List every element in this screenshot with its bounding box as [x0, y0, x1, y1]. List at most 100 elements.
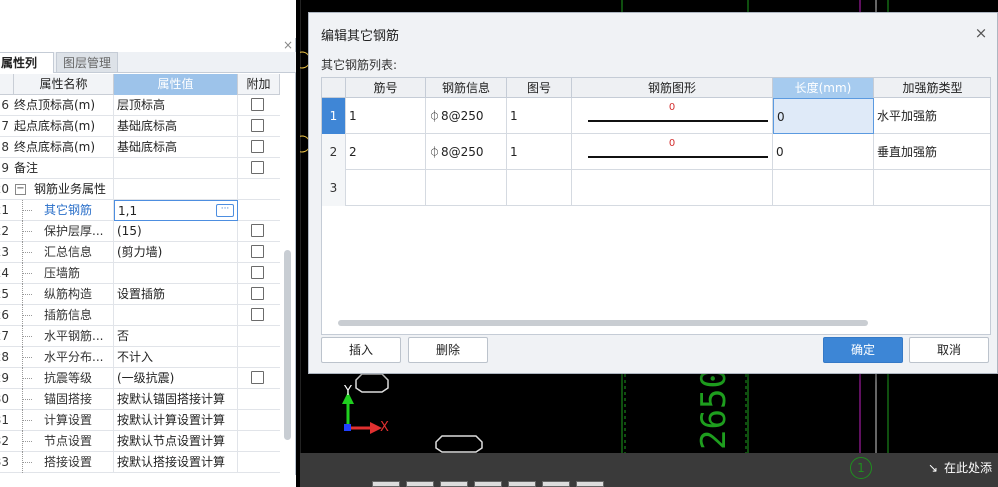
property-row[interactable]: 7 起点底标高(m) 基础底标高 — [0, 116, 280, 137]
extra-checkbox[interactable] — [251, 119, 264, 132]
extra-checkbox[interactable] — [251, 266, 264, 279]
property-value[interactable]: (一级抗震) — [114, 368, 238, 389]
property-value[interactable]: 按默认计算设置计算 — [114, 410, 238, 431]
extra-checkbox[interactable] — [251, 161, 264, 174]
row-index[interactable]: 1 — [322, 98, 346, 134]
property-value[interactable] — [114, 179, 238, 200]
toolbar-button[interactable] — [474, 481, 502, 487]
toolbar-button[interactable] — [508, 481, 536, 487]
extra-checkbox[interactable] — [251, 245, 264, 258]
property-value[interactable]: 按默认锚固搭接计算 — [114, 389, 238, 410]
cell-rebar-shape[interactable]: 0 — [572, 134, 773, 170]
property-value[interactable]: 设置插筋 — [114, 284, 238, 305]
cell-rebar-info[interactable] — [426, 170, 507, 206]
property-row[interactable]: 20−钢筋业务属性 — [0, 179, 280, 200]
cell-rebar-shape[interactable] — [572, 170, 773, 206]
property-row[interactable]: 8 终点底标高(m) 基础底标高 — [0, 137, 280, 158]
property-value[interactable]: (剪力墙) — [114, 242, 238, 263]
cell-length[interactable]: 0 — [773, 98, 874, 134]
cell-figure-no[interactable]: 1 — [507, 134, 572, 170]
property-value[interactable] — [114, 305, 238, 326]
delete-button[interactable]: 删除 — [408, 337, 488, 363]
property-value[interactable]: (15) — [114, 221, 238, 242]
cell-bar-no[interactable]: 2 — [346, 134, 426, 170]
cell-rebar-shape[interactable]: 0 — [572, 98, 773, 134]
row-index[interactable]: 3 — [322, 170, 346, 206]
panel-scrollbar[interactable] — [284, 250, 291, 440]
property-value[interactable]: 按默认搭接设置计算 — [114, 452, 238, 473]
rebar-row[interactable]: 2 2 ⏀8@250 1 0 0 垂直加强筋 — [322, 134, 990, 170]
property-value[interactable]: 层顶标高 — [114, 95, 238, 116]
cell-reinforcement-type[interactable]: 水平加强筋 — [874, 98, 990, 134]
property-name-text: 起点底标高(m) — [14, 119, 96, 133]
extra-checkbox[interactable] — [251, 140, 264, 153]
property-value[interactable]: 基础底标高 — [114, 116, 238, 137]
toolbar-button[interactable] — [372, 481, 400, 487]
cell-bar-no[interactable] — [346, 170, 426, 206]
property-row[interactable]: 27 水平钢筋... 否 — [0, 326, 280, 347]
close-icon[interactable]: × — [282, 38, 294, 52]
property-value[interactable]: 基础底标高 — [114, 137, 238, 158]
property-row[interactable]: 24 压墙筋 — [0, 263, 280, 284]
property-row[interactable]: 31 计算设置 按默认计算设置计算 — [0, 410, 280, 431]
dialog-title: 编辑其它钢筋 — [321, 29, 400, 44]
row-number: 22 — [0, 224, 9, 238]
toolbar-button[interactable] — [542, 481, 570, 487]
cell-length[interactable] — [773, 170, 874, 206]
status-action[interactable]: ↘ 在此处添 — [928, 457, 998, 479]
property-value[interactable]: 否 — [114, 326, 238, 347]
row-index[interactable]: 2 — [322, 134, 346, 170]
property-row[interactable]: 32 节点设置 按默认节点设置计算 — [0, 431, 280, 452]
cell-length[interactable]: 0 — [773, 134, 874, 170]
property-row[interactable]: 26 插筋信息 — [0, 305, 280, 326]
property-value[interactable]: 按默认节点设置计算 — [114, 431, 238, 452]
property-value[interactable] — [114, 158, 238, 179]
rebar-row[interactable]: 3 — [322, 170, 990, 206]
property-extra — [238, 389, 280, 410]
property-value-text: 基础底标高 — [117, 119, 178, 133]
cell-rebar-info[interactable]: ⏀8@250 — [426, 134, 507, 170]
cell-rebar-info[interactable]: ⏀8@250 — [426, 98, 507, 134]
toolbar-button[interactable] — [576, 481, 604, 487]
cell-figure-no[interactable] — [507, 170, 572, 206]
cell-reinforcement-type[interactable] — [874, 170, 990, 206]
property-row[interactable]: 23 汇总信息 (剪力墙) — [0, 242, 280, 263]
toolbar-button[interactable] — [406, 481, 434, 487]
toolbar-button[interactable] — [440, 481, 468, 487]
property-extra — [238, 452, 280, 473]
property-row[interactable]: 29 抗震等级 (一级抗震) — [0, 368, 280, 389]
property-name-text: 终点底标高(m) — [14, 140, 96, 154]
row-number: 23 — [0, 245, 9, 259]
cell-reinforcement-type[interactable]: 垂直加强筋 — [874, 134, 990, 170]
property-name: 节点设置 — [14, 431, 114, 452]
insert-button[interactable]: 插入 — [321, 337, 401, 363]
property-row[interactable]: 22 保护层厚... (15) — [0, 221, 280, 242]
cancel-button[interactable]: 取消 — [909, 337, 989, 363]
cell-bar-no[interactable]: 1 — [346, 98, 426, 134]
property-row[interactable]: 33 搭接设置 按默认搭接设置计算 — [0, 452, 280, 473]
header-property-value: 属性值 — [114, 74, 238, 95]
extra-checkbox[interactable] — [251, 371, 264, 384]
ellipsis-button[interactable]: ··· — [216, 204, 234, 217]
extra-checkbox[interactable] — [251, 287, 264, 300]
extra-checkbox[interactable] — [251, 224, 264, 237]
rebar-row[interactable]: 1 1 ⏀8@250 1 0 0 水平加强筋 — [322, 98, 990, 134]
header-property-name: 属性名称 — [14, 74, 114, 95]
property-value[interactable] — [114, 263, 238, 284]
property-row[interactable]: 21 其它钢筋 1,1 ··· — [0, 200, 280, 221]
property-row[interactable]: 9 备注 — [0, 158, 280, 179]
property-row[interactable]: 30 锚固搭接 按默认锚固搭接计算 — [0, 389, 280, 410]
extra-checkbox[interactable] — [251, 98, 264, 111]
table-h-scrollbar[interactable] — [338, 320, 868, 326]
property-row[interactable]: 28 水平分布... 不计入 — [0, 347, 280, 368]
ok-button[interactable]: 确定 — [823, 337, 903, 363]
tab-layer-management[interactable]: 图层管理 — [56, 52, 118, 73]
property-value[interactable]: 1,1 ··· — [114, 200, 238, 221]
tab-property-list[interactable]: 属性列表 — [0, 52, 54, 91]
cell-figure-no[interactable]: 1 — [507, 98, 572, 134]
property-row[interactable]: 25 纵筋构造 设置插筋 — [0, 284, 280, 305]
close-icon[interactable]: × — [973, 25, 989, 41]
extra-checkbox[interactable] — [251, 308, 264, 321]
property-row[interactable]: 6 终点顶标高(m) 层顶标高 — [0, 95, 280, 116]
property-value[interactable]: 不计入 — [114, 347, 238, 368]
